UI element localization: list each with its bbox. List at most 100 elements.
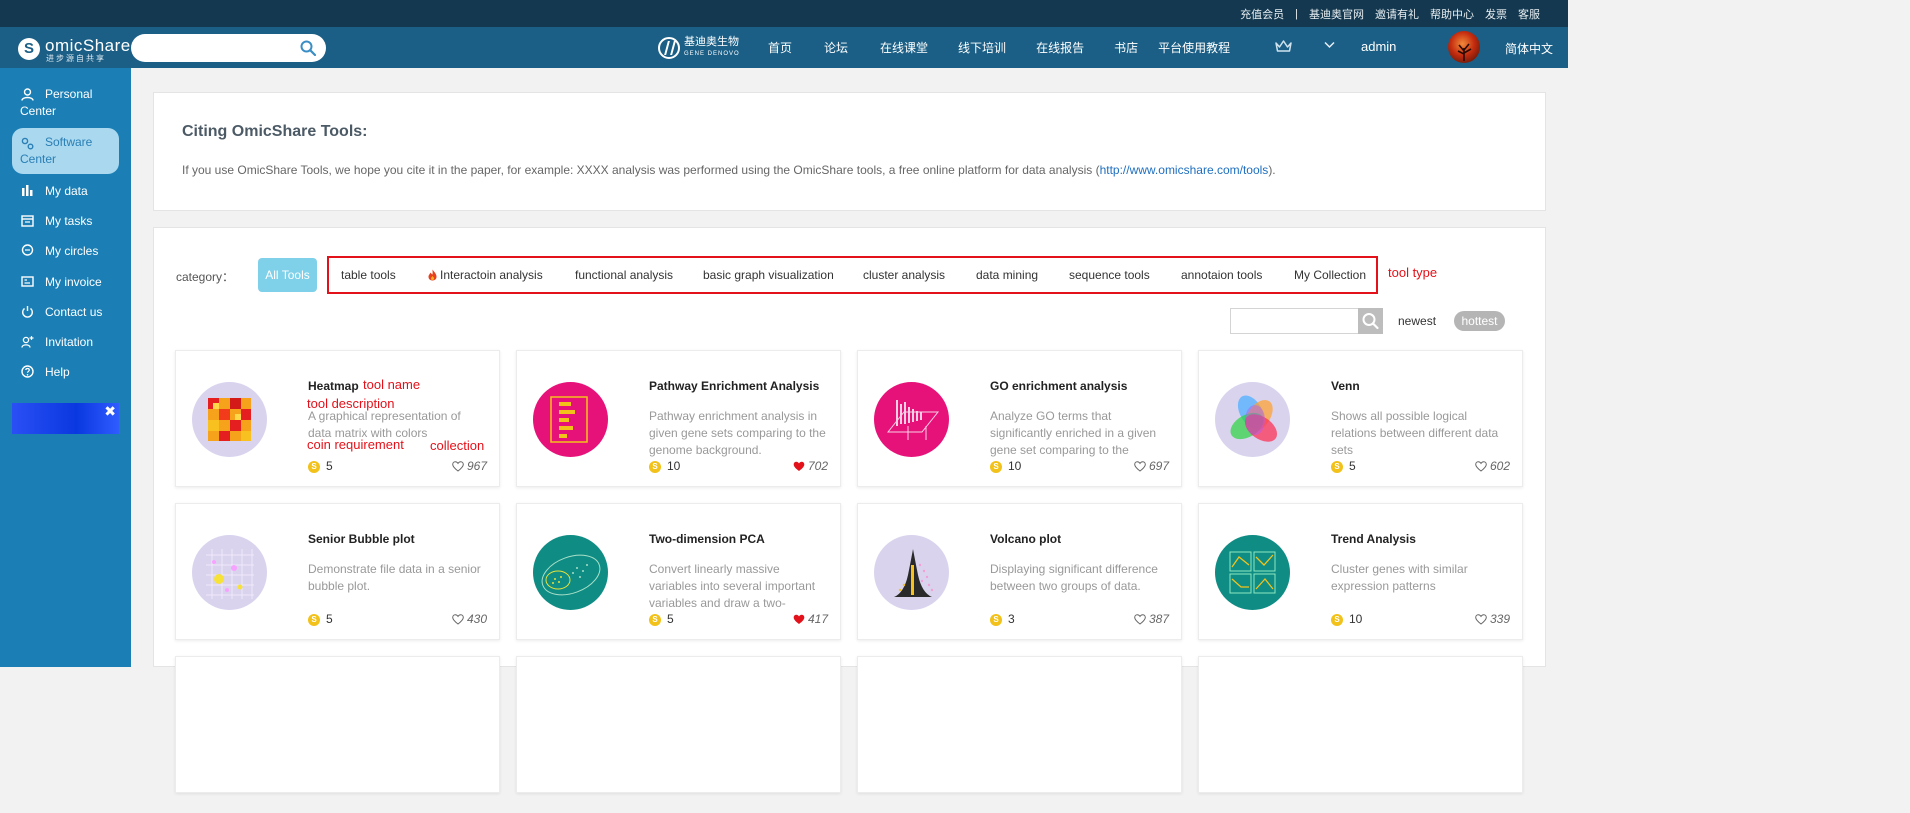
nav-online-class[interactable]: 在线课堂	[880, 39, 928, 56]
go-enrichment-thumbnail	[874, 382, 949, 457]
tab-data-mining[interactable]: data mining	[976, 268, 1038, 282]
tab-annotation-tools[interactable]: annotaion tools	[1181, 268, 1262, 282]
coin-requirement: 5	[326, 612, 333, 626]
tab-cluster-analysis[interactable]: cluster analysis	[863, 268, 945, 282]
collection[interactable]: 417	[793, 612, 828, 626]
tool-card-two-dimension-pca[interactable]: Two-dimension PCA Convert linearly massi…	[516, 503, 841, 640]
nav-offline-training[interactable]: 线下培训	[958, 39, 1006, 56]
avatar[interactable]	[1448, 31, 1480, 63]
collection[interactable]: 697	[1134, 459, 1169, 473]
username[interactable]: admin	[1361, 39, 1396, 54]
global-search-input[interactable]	[131, 34, 326, 62]
coin-icon: S	[649, 614, 661, 626]
tool-description: Convert linearly massive variables into …	[649, 562, 816, 610]
nav-forum[interactable]: 论坛	[824, 39, 848, 56]
close-icon[interactable]: ✖	[104, 403, 116, 420]
tab-all-tools[interactable]: All Tools	[258, 258, 317, 292]
sort-hottest[interactable]: hottest	[1454, 311, 1505, 331]
tool-card-go-enrichment[interactable]: GO enrichment analysis Analyze GO terms …	[857, 350, 1182, 487]
link-invite[interactable]: 邀请有礼	[1375, 6, 1419, 22]
sidebar: Personal Center Software Center My data …	[0, 68, 131, 667]
tab-my-collection[interactable]: My Collection	[1294, 268, 1366, 282]
tab-sequence-tools[interactable]: sequence tools	[1069, 268, 1150, 282]
tab-interaction-analysis[interactable]: Interactoin analysis	[428, 268, 543, 282]
sidebar-item-my-circles[interactable]: My circles	[12, 243, 119, 259]
tool-card-trend-analysis[interactable]: Trend Analysis Cluster genes with simila…	[1198, 503, 1523, 640]
collection[interactable]: 339	[1475, 612, 1510, 626]
sidebar-item-label: Help	[45, 365, 70, 379]
link-customer-service[interactable]: 客服	[1518, 6, 1540, 22]
citing-end: ).	[1268, 163, 1276, 177]
collection[interactable]: 702	[793, 459, 828, 473]
gene-denovo-logo-icon	[658, 37, 680, 59]
tab-table-tools[interactable]: table tools	[341, 268, 396, 282]
citing-panel: Citing OmicShare Tools: If you use OmicS…	[153, 92, 1546, 211]
tool-card-partial[interactable]	[516, 656, 841, 793]
nav-bookstore[interactable]: 书店	[1114, 39, 1138, 56]
volcano-plot-thumbnail	[874, 535, 949, 610]
tool-name[interactable]: GO enrichment analysis	[990, 379, 1127, 393]
collection[interactable]: 967	[452, 459, 487, 473]
tool-name[interactable]: Volcano plot	[990, 532, 1061, 546]
sidebar-item-my-invoice[interactable]: My invoice	[12, 274, 119, 290]
invoice-icon	[21, 276, 34, 287]
tool-card-venn[interactable]: Venn Shows all possible logical relation…	[1198, 350, 1523, 487]
tool-name[interactable]: Trend Analysis	[1331, 532, 1416, 546]
tool-card-volcano-plot[interactable]: Volcano plot Displaying significant diff…	[857, 503, 1182, 640]
link-official-site[interactable]: 基迪奥官网	[1309, 6, 1364, 22]
tab-functional-analysis[interactable]: functional analysis	[575, 268, 673, 282]
tool-card-partial[interactable]	[1198, 656, 1523, 793]
collection-count: 430	[466, 612, 487, 626]
tool-name[interactable]: Pathway Enrichment Analysis	[649, 379, 819, 393]
coin-icon: S	[1331, 461, 1343, 473]
tool-name[interactable]: Senior Bubble plot	[308, 532, 415, 546]
tool-description: Displaying significant difference betwee…	[990, 562, 1158, 593]
sidebar-item-contact-us[interactable]: Contact us	[12, 304, 119, 320]
sidebar-promo-banner[interactable]: ✖	[12, 403, 119, 434]
sidebar-item-my-tasks[interactable]: My tasks	[12, 213, 119, 229]
tool-card-senior-bubble-plot[interactable]: Senior Bubble plot Demonstrate file data…	[175, 503, 500, 640]
tool-description: Pathway enrichment analysis in given gen…	[649, 409, 826, 457]
tool-card-pathway-enrichment[interactable]: Pathway Enrichment Analysis Pathway enri…	[516, 350, 841, 487]
tool-name[interactable]: Venn	[1331, 379, 1360, 393]
sort-newest[interactable]: newest	[1398, 314, 1436, 328]
top-utility-bar: 充值会员 | 基迪奥官网 邀请有礼 帮助中心 发票 客服	[0, 0, 1568, 27]
sidebar-item-my-data[interactable]: My data	[12, 183, 119, 199]
link-invoice[interactable]: 发票	[1485, 6, 1507, 22]
tab-basic-graph-visualization[interactable]: basic graph visualization	[703, 268, 834, 282]
sidebar-item-invitation[interactable]: Invitation	[12, 334, 119, 350]
collection-count: 702	[807, 459, 828, 473]
collection[interactable]: 602	[1475, 459, 1510, 473]
link-recharge-member[interactable]: 充值会员	[1240, 6, 1284, 22]
coin-requirement: 5	[667, 612, 674, 626]
nav-tutorial[interactable]: 平台使用教程	[1158, 39, 1230, 56]
language-switch[interactable]: 简体中文	[1505, 40, 1553, 57]
omicshare-logo[interactable]: S omicShare 进步源自共享	[18, 36, 130, 63]
tool-card-partial[interactable]	[857, 656, 1182, 793]
nav-online-report[interactable]: 在线报告	[1036, 39, 1084, 56]
crown-icon[interactable]	[1275, 39, 1292, 53]
trend-analysis-thumbnail	[1215, 535, 1290, 610]
tab-label: Interactoin analysis	[440, 268, 543, 282]
collection-count: 697	[1148, 459, 1169, 473]
coin-icon: S	[308, 614, 320, 626]
citing-body: If you use OmicShare Tools, we hope you …	[182, 163, 1100, 177]
link-help-center[interactable]: 帮助中心	[1430, 6, 1474, 22]
citing-link[interactable]: http://www.omicshare.com/tools	[1100, 163, 1269, 177]
chevron-down-icon[interactable]	[1324, 41, 1335, 49]
tool-card-heatmap[interactable]: Heatmap A graphical representation of da…	[175, 350, 500, 487]
sidebar-item-personal-center[interactable]: Personal Center	[12, 85, 119, 121]
tool-card-partial[interactable]	[175, 656, 500, 793]
tool-search-button[interactable]	[1358, 308, 1383, 334]
sidebar-item-help[interactable]: Help	[12, 364, 119, 380]
tool-search-input[interactable]	[1230, 308, 1383, 334]
collection-count: 417	[807, 612, 828, 626]
tool-name[interactable]: Two-dimension PCA	[649, 532, 765, 546]
sidebar-item-software-center[interactable]: Software Center	[12, 128, 119, 174]
search-icon[interactable]	[300, 40, 316, 56]
nav-home[interactable]: 首页	[768, 39, 792, 56]
collection[interactable]: 430	[452, 612, 487, 626]
gene-denovo-brand[interactable]: 基迪奥生物 GENE DENOVO	[658, 34, 740, 62]
collection[interactable]: 387	[1134, 612, 1169, 626]
tool-name[interactable]: Heatmap	[308, 379, 359, 393]
